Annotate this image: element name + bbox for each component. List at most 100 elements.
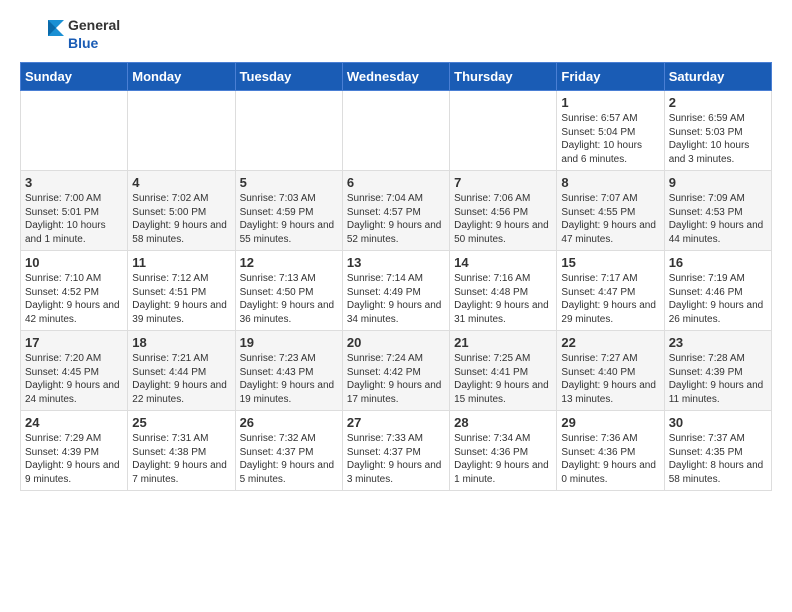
day-info: Sunrise: 7:37 AM Sunset: 4:35 PM Dayligh… — [669, 432, 767, 486]
calendar-week-row: 3 Sunrise: 7:00 AM Sunset: 5:01 PM Daylig… — [21, 171, 772, 251]
day-info: Sunrise: 7:07 AM Sunset: 4:55 PM Dayligh… — [561, 192, 659, 246]
day-info: Sunrise: 7:24 AM Sunset: 4:42 PM Dayligh… — [347, 352, 445, 406]
day-info: Sunrise: 7:17 AM Sunset: 4:47 PM Dayligh… — [561, 272, 659, 326]
day-info: Sunrise: 7:16 AM Sunset: 4:48 PM Dayligh… — [454, 272, 552, 326]
day-info: Sunrise: 7:03 AM Sunset: 4:59 PM Dayligh… — [240, 192, 338, 246]
day-info: Sunrise: 7:32 AM Sunset: 4:37 PM Dayligh… — [240, 432, 338, 486]
calendar-week-row: 1 Sunrise: 6:57 AM Sunset: 5:04 PM Daylig… — [21, 91, 772, 171]
calendar-cell — [342, 91, 449, 171]
calendar-cell: 12 Sunrise: 7:13 AM Sunset: 4:50 PM Dayli… — [235, 251, 342, 331]
calendar-cell: 8 Sunrise: 7:07 AM Sunset: 4:55 PM Daylig… — [557, 171, 664, 251]
day-info: Sunrise: 7:02 AM Sunset: 5:00 PM Dayligh… — [132, 192, 230, 246]
calendar-cell — [450, 91, 557, 171]
day-info: Sunrise: 7:33 AM Sunset: 4:37 PM Dayligh… — [347, 432, 445, 486]
day-number: 11 — [132, 255, 230, 270]
calendar-cell: 10Sunrise: 7:10 AM Sunset: 4:52 PM Dayli… — [21, 251, 128, 331]
calendar-cell: 18 Sunrise: 7:21 AM Sunset: 4:44 PM Dayli… — [128, 331, 235, 411]
day-number: 6 — [347, 175, 445, 190]
day-info: Sunrise: 7:25 AM Sunset: 4:41 PM Dayligh… — [454, 352, 552, 406]
day-number: 1 — [561, 95, 659, 110]
calendar-cell: 9 Sunrise: 7:09 AM Sunset: 4:53 PM Daylig… — [664, 171, 771, 251]
day-number: 17 — [25, 335, 123, 350]
day-number: 22 — [561, 335, 659, 350]
calendar-cell — [235, 91, 342, 171]
day-info: Sunrise: 7:09 AM Sunset: 4:53 PM Dayligh… — [669, 192, 767, 246]
day-number: 16 — [669, 255, 767, 270]
day-number: 26 — [240, 415, 338, 430]
day-number: 24 — [25, 415, 123, 430]
day-info: Sunrise: 7:14 AM Sunset: 4:49 PM Dayligh… — [347, 272, 445, 326]
day-number: 7 — [454, 175, 552, 190]
day-info: Sunrise: 6:57 AM Sunset: 5:04 PM Dayligh… — [561, 112, 659, 166]
calendar-table: SundayMondayTuesdayWednesdayThursdayFrid… — [20, 62, 772, 491]
calendar-cell: 26 Sunrise: 7:32 AM Sunset: 4:37 PM Dayli… — [235, 411, 342, 491]
day-number: 18 — [132, 335, 230, 350]
calendar-header-row: SundayMondayTuesdayWednesdayThursdayFrid… — [21, 63, 772, 91]
day-info: Sunrise: 7:28 AM Sunset: 4:39 PM Dayligh… — [669, 352, 767, 406]
calendar-week-row: 24 Sunrise: 7:29 AM Sunset: 4:39 PM Dayli… — [21, 411, 772, 491]
weekday-header: Sunday — [21, 63, 128, 91]
calendar-cell: 6 Sunrise: 7:04 AM Sunset: 4:57 PM Daylig… — [342, 171, 449, 251]
calendar-cell: 22Sunrise: 7:27 AM Sunset: 4:40 PM Dayli… — [557, 331, 664, 411]
calendar-cell: 4 Sunrise: 7:02 AM Sunset: 5:00 PM Daylig… — [128, 171, 235, 251]
calendar-cell: 24 Sunrise: 7:29 AM Sunset: 4:39 PM Dayli… — [21, 411, 128, 491]
calendar-week-row: 10Sunrise: 7:10 AM Sunset: 4:52 PM Dayli… — [21, 251, 772, 331]
day-number: 15 — [561, 255, 659, 270]
day-info: Sunrise: 7:06 AM Sunset: 4:56 PM Dayligh… — [454, 192, 552, 246]
logo: General Blue — [20, 16, 120, 52]
day-number: 19 — [240, 335, 338, 350]
day-info: Sunrise: 7:19 AM Sunset: 4:46 PM Dayligh… — [669, 272, 767, 326]
day-number: 12 — [240, 255, 338, 270]
day-info: Sunrise: 7:31 AM Sunset: 4:38 PM Dayligh… — [132, 432, 230, 486]
day-info: Sunrise: 7:20 AM Sunset: 4:45 PM Dayligh… — [25, 352, 123, 406]
logo-general: General — [68, 16, 120, 34]
calendar-cell: 3 Sunrise: 7:00 AM Sunset: 5:01 PM Daylig… — [21, 171, 128, 251]
calendar-cell: 29Sunrise: 7:36 AM Sunset: 4:36 PM Dayli… — [557, 411, 664, 491]
day-number: 29 — [561, 415, 659, 430]
calendar-cell: 16 Sunrise: 7:19 AM Sunset: 4:46 PM Dayli… — [664, 251, 771, 331]
day-info: Sunrise: 7:21 AM Sunset: 4:44 PM Dayligh… — [132, 352, 230, 406]
day-number: 20 — [347, 335, 445, 350]
day-info: Sunrise: 7:13 AM Sunset: 4:50 PM Dayligh… — [240, 272, 338, 326]
calendar-cell: 13 Sunrise: 7:14 AM Sunset: 4:49 PM Dayli… — [342, 251, 449, 331]
day-number: 23 — [669, 335, 767, 350]
day-number: 13 — [347, 255, 445, 270]
day-info: Sunrise: 6:59 AM Sunset: 5:03 PM Dayligh… — [669, 112, 767, 166]
logo-blue: Blue — [68, 34, 120, 52]
calendar-cell: 15 Sunrise: 7:17 AM Sunset: 4:47 PM Dayli… — [557, 251, 664, 331]
day-number: 5 — [240, 175, 338, 190]
weekday-header: Monday — [128, 63, 235, 91]
day-info: Sunrise: 7:04 AM Sunset: 4:57 PM Dayligh… — [347, 192, 445, 246]
page-header: General Blue — [20, 16, 772, 52]
weekday-header: Saturday — [664, 63, 771, 91]
calendar-week-row: 17 Sunrise: 7:20 AM Sunset: 4:45 PM Dayli… — [21, 331, 772, 411]
weekday-header: Thursday — [450, 63, 557, 91]
weekday-header: Tuesday — [235, 63, 342, 91]
day-number: 3 — [25, 175, 123, 190]
day-number: 8 — [561, 175, 659, 190]
day-number: 10 — [25, 255, 123, 270]
logo-svg — [20, 16, 64, 52]
calendar-cell: 20 Sunrise: 7:24 AM Sunset: 4:42 PM Dayli… — [342, 331, 449, 411]
day-number: 21 — [454, 335, 552, 350]
calendar-cell: 30 Sunrise: 7:37 AM Sunset: 4:35 PM Dayli… — [664, 411, 771, 491]
day-number: 30 — [669, 415, 767, 430]
day-info: Sunrise: 7:29 AM Sunset: 4:39 PM Dayligh… — [25, 432, 123, 486]
calendar-cell: 27 Sunrise: 7:33 AM Sunset: 4:37 PM Dayli… — [342, 411, 449, 491]
day-info: Sunrise: 7:34 AM Sunset: 4:36 PM Dayligh… — [454, 432, 552, 486]
calendar-cell — [21, 91, 128, 171]
calendar-cell: 19Sunrise: 7:23 AM Sunset: 4:43 PM Dayli… — [235, 331, 342, 411]
weekday-header: Friday — [557, 63, 664, 91]
day-number: 9 — [669, 175, 767, 190]
calendar-cell: 23 Sunrise: 7:28 AM Sunset: 4:39 PM Dayli… — [664, 331, 771, 411]
day-number: 27 — [347, 415, 445, 430]
day-info: Sunrise: 7:00 AM Sunset: 5:01 PM Dayligh… — [25, 192, 123, 246]
day-number: 14 — [454, 255, 552, 270]
day-number: 2 — [669, 95, 767, 110]
calendar-cell: 28Sunrise: 7:34 AM Sunset: 4:36 PM Dayli… — [450, 411, 557, 491]
calendar-cell: 17 Sunrise: 7:20 AM Sunset: 4:45 PM Dayli… — [21, 331, 128, 411]
day-number: 4 — [132, 175, 230, 190]
calendar-cell — [128, 91, 235, 171]
calendar-cell: 14 Sunrise: 7:16 AM Sunset: 4:48 PM Dayli… — [450, 251, 557, 331]
day-info: Sunrise: 7:12 AM Sunset: 4:51 PM Dayligh… — [132, 272, 230, 326]
